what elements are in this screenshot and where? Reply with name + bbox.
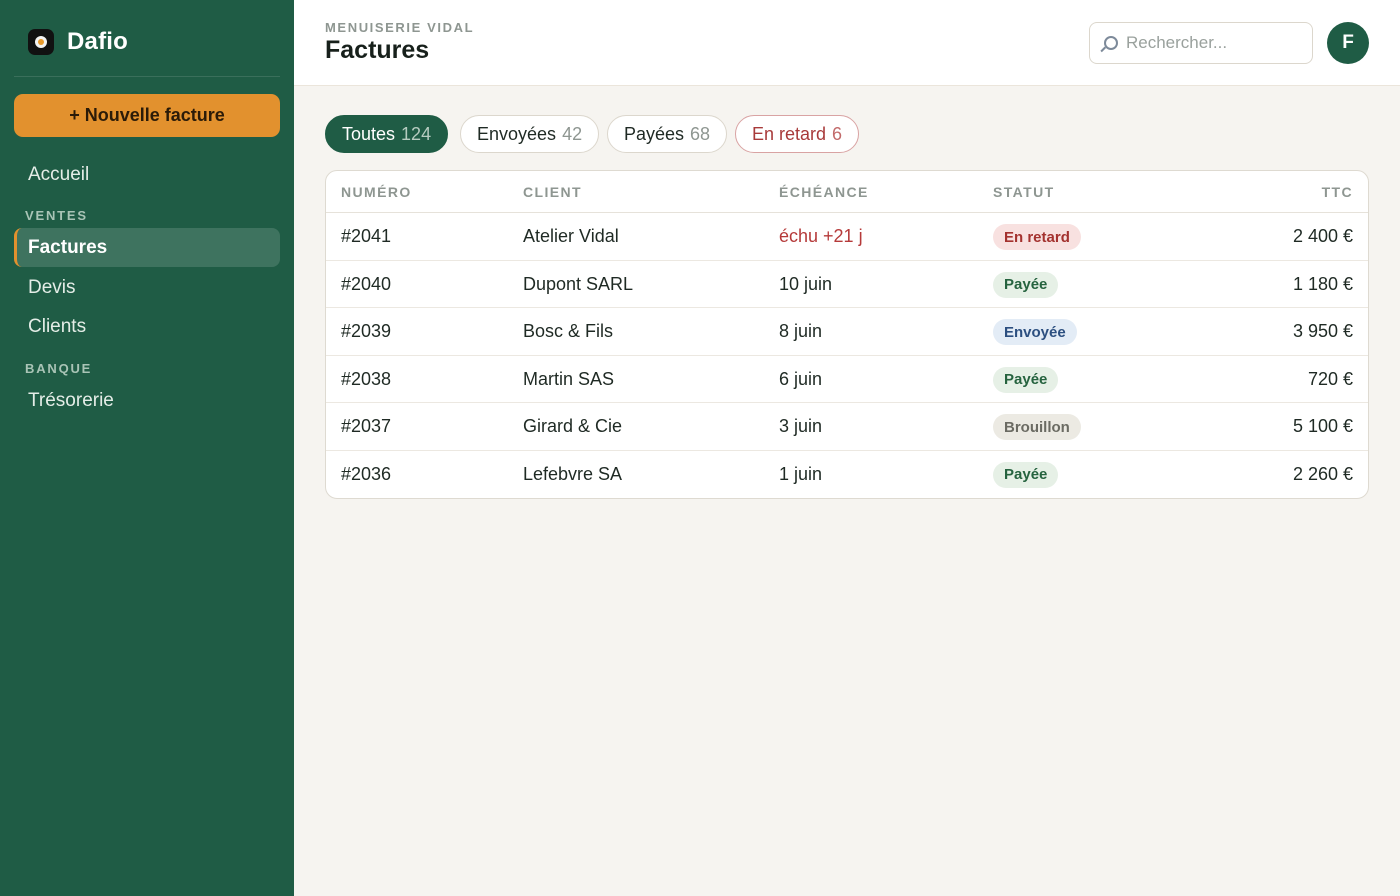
tab-en-retard[interactable]: En retard 6 (735, 115, 860, 153)
tab-count: 124 (401, 123, 432, 144)
tab-toutes[interactable]: Toutes 124 (325, 115, 449, 153)
tab-label: En retard (752, 123, 827, 144)
invoice-amount: 1 180 € (1292, 273, 1353, 294)
nav-section-ventes: VENTES (25, 208, 88, 223)
invoice-number: #2041 (341, 226, 392, 246)
dafio-logo-icon (28, 29, 54, 55)
invoice-due-date: 1 juin (779, 463, 823, 484)
column-header-echeance[interactable]: ÉCHÉANCE (779, 184, 869, 200)
status-badge: Brouillon (993, 414, 1081, 440)
tab-count: 42 (562, 123, 583, 144)
column-header-client[interactable]: CLIENT (523, 184, 582, 200)
invoice-number: #2040 (341, 273, 392, 294)
column-header-numero[interactable]: NUMÉRO (341, 184, 412, 200)
invoice-client: Lefebvre SA (523, 463, 623, 484)
sidebar: Dafio + Nouvelle facture Accueil VENTES … (0, 0, 294, 896)
sidebar-item-devis[interactable]: Devis (14, 268, 280, 307)
table-row[interactable]: #2040 Dupont SARL 10 juin Payée 1 180 € (326, 261, 1368, 308)
table-row[interactable]: #2037 Girard & Cie 3 juin Brouillon 5 10… (326, 403, 1368, 451)
search-icon (1101, 33, 1121, 53)
table-row[interactable]: #2041 Atelier Vidal échu +21 j En retard… (326, 213, 1368, 261)
invoice-client: Bosc & Fils (523, 321, 614, 341)
invoice-number: #2036 (341, 463, 392, 484)
status-badge: Payée (993, 461, 1059, 488)
invoice-client: Girard & Cie (523, 416, 623, 436)
organization-name: MENUISERIE VIDAL (325, 20, 475, 35)
invoice-amount: 3 950 € (1292, 321, 1353, 341)
invoice-due-date: 3 juin (779, 416, 823, 436)
nav-section-banque: BANQUE (25, 361, 93, 376)
invoice-due-date: 10 juin (779, 273, 833, 294)
tab-label: Envoyées (477, 123, 557, 144)
invoice-number: #2038 (341, 368, 392, 389)
sidebar-item-tresorerie[interactable]: Trésorerie (14, 381, 280, 420)
new-invoice-button[interactable]: + Nouvelle facture (14, 94, 280, 137)
invoice-client: Dupont SARL (523, 273, 634, 294)
tab-label: Payées (624, 123, 685, 144)
page-title: Factures (325, 36, 430, 64)
status-badge: Envoyée (993, 319, 1077, 345)
table-header: NUMÉRO CLIENT ÉCHÉANCE STATUT TTC (326, 171, 1368, 213)
invoice-due-date: échu +21 j (779, 226, 863, 246)
status-badge: Payée (993, 366, 1059, 393)
status-badge: En retard (993, 224, 1081, 250)
tab-envoyees[interactable]: Envoyées 42 (460, 115, 600, 153)
invoice-due-date: 6 juin (779, 368, 823, 389)
status-badge: Payée (993, 271, 1059, 298)
invoice-amount: 5 100 € (1292, 416, 1353, 436)
invoice-client: Atelier Vidal (523, 226, 619, 246)
brand[interactable]: Dafio (28, 28, 128, 56)
brand-name: Dafio (67, 28, 128, 55)
search-input[interactable] (1126, 33, 1296, 53)
avatar[interactable]: F (1327, 22, 1369, 64)
table-row[interactable]: #2036 Lefebvre SA 1 juin Payée 2 260 € (326, 451, 1368, 499)
invoice-number: #2039 (341, 321, 392, 341)
invoice-amount: 2 400 € (1292, 226, 1353, 246)
table-row[interactable]: #2038 Martin SAS 6 juin Payée 720 € (326, 356, 1368, 403)
invoice-amount: 2 260 € (1292, 463, 1353, 484)
invoice-due-date: 8 juin (779, 321, 823, 341)
invoice-number: #2037 (341, 416, 392, 436)
tab-label: Toutes (342, 123, 396, 144)
invoice-client: Martin SAS (523, 368, 615, 389)
invoice-amount: 720 € (1307, 368, 1353, 389)
column-header-statut[interactable]: STATUT (993, 184, 1055, 200)
tab-count: 6 (832, 123, 843, 144)
sidebar-item-accueil[interactable]: Accueil (14, 155, 280, 194)
column-header-ttc[interactable]: TTC (1322, 184, 1353, 200)
sidebar-divider (14, 76, 280, 77)
sidebar-item-clients[interactable]: Clients (14, 307, 280, 346)
invoices-table: NUMÉRO CLIENT ÉCHÉANCE STATUT TTC #2041 … (325, 170, 1369, 499)
tab-count: 68 (690, 123, 711, 144)
sidebar-item-factures[interactable]: Factures (14, 228, 280, 267)
table-row[interactable]: #2039 Bosc & Fils 8 juin Envoyée 3 950 € (326, 308, 1368, 356)
search-box[interactable] (1089, 22, 1313, 64)
tab-payees[interactable]: Payées 68 (607, 115, 728, 153)
page-header: MENUISERIE VIDAL Factures F (294, 0, 1400, 86)
